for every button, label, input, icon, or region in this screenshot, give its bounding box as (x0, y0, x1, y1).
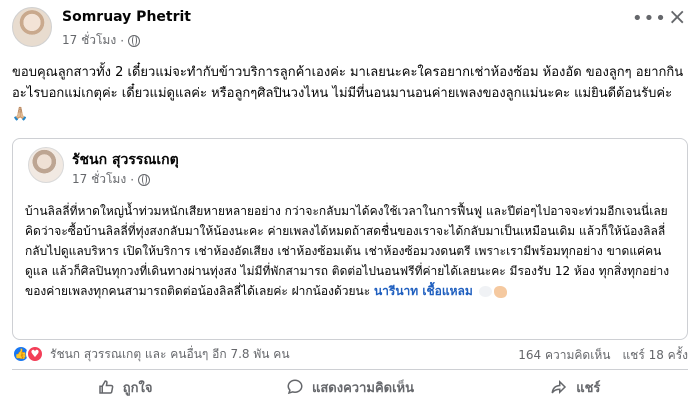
comment-label: แสดงความคิดเห็น (311, 380, 414, 396)
facebook-post: Somruay Phetrit 17 ชั่วโมง · ••• × ขอบคุ… (0, 0, 700, 406)
shared-post-body: บ้านลิลลี่ที่หาดใหญ่น้ำท่วมหนักเสียหายหล… (25, 204, 670, 298)
comments-count[interactable]: 164 ความคิดเห็น (518, 346, 610, 365)
reactions-summary[interactable]: 👍 ♥ รัชนก สุวรรณเกตุ และ คนอื่นๆ อีก 7.8… (12, 344, 290, 364)
like-button[interactable]: ถูกใจ (12, 372, 237, 402)
globe-icon (128, 34, 141, 47)
post-meta: 17 ชั่วโมง · (62, 31, 141, 50)
divider (12, 369, 688, 370)
close-icon[interactable]: × (668, 5, 686, 30)
mention-link[interactable]: นารีนาท เชื้อแหลม (374, 284, 473, 298)
globe-icon (138, 173, 151, 186)
shares-count[interactable]: แชร์ 18 ครั้ง (622, 346, 688, 365)
shared-post[interactable]: รัชนก สุวรรณเกตุ 17 ชั่วโมง · บ้านลิลลี่… (12, 138, 688, 340)
author-avatar[interactable] (12, 7, 52, 47)
share-label: แชร์ (576, 380, 601, 396)
author-name[interactable]: Somruay Phetrit (62, 9, 191, 25)
comment-bubble-icon (287, 379, 303, 395)
like-label: ถูกใจ (122, 380, 153, 396)
share-button[interactable]: แชร์ (463, 372, 688, 402)
separator-dot: · (120, 33, 125, 48)
more-dots-icon[interactable]: ••• (632, 8, 667, 29)
thumbs-up-icon (99, 380, 114, 394)
comment-button[interactable]: แสดงความคิดเห็น (237, 372, 462, 402)
shared-author-avatar[interactable] (28, 147, 64, 183)
white-heart-icon (478, 286, 492, 297)
engagement-counts: 164 ความคิดเห็น แชร์ 18 ครั้ง (518, 346, 688, 365)
separator-dot: · (130, 172, 135, 187)
shared-post-time[interactable]: 17 ชั่วโมง (72, 170, 126, 189)
post-text: ขอบคุณลูกสาวทั้ง 2 เดี๋ยวแม่จะทำกับข้าวบ… (12, 65, 684, 122)
shared-post-meta: 17 ชั่วโมง · (72, 170, 151, 189)
shared-post-text: บ้านลิลลี่ที่หาดใหญ่น้ำท่วมหนักเสียหายหล… (25, 201, 677, 301)
shared-author-name[interactable]: รัชนก สุวรรณเกตุ (72, 149, 179, 171)
share-arrow-icon (551, 379, 567, 395)
post-time[interactable]: 17 ชั่วโมง (62, 31, 116, 50)
flexed-arm-icon (493, 285, 507, 298)
love-reaction-icon: ♥ (26, 345, 44, 363)
reaction-names[interactable]: รัชนก สุวรรณเกตุ และ คนอื่นๆ อีก 7.8 พัน… (50, 345, 290, 364)
action-bar: ถูกใจ แสดงความคิดเห็น แชร์ (12, 372, 688, 402)
